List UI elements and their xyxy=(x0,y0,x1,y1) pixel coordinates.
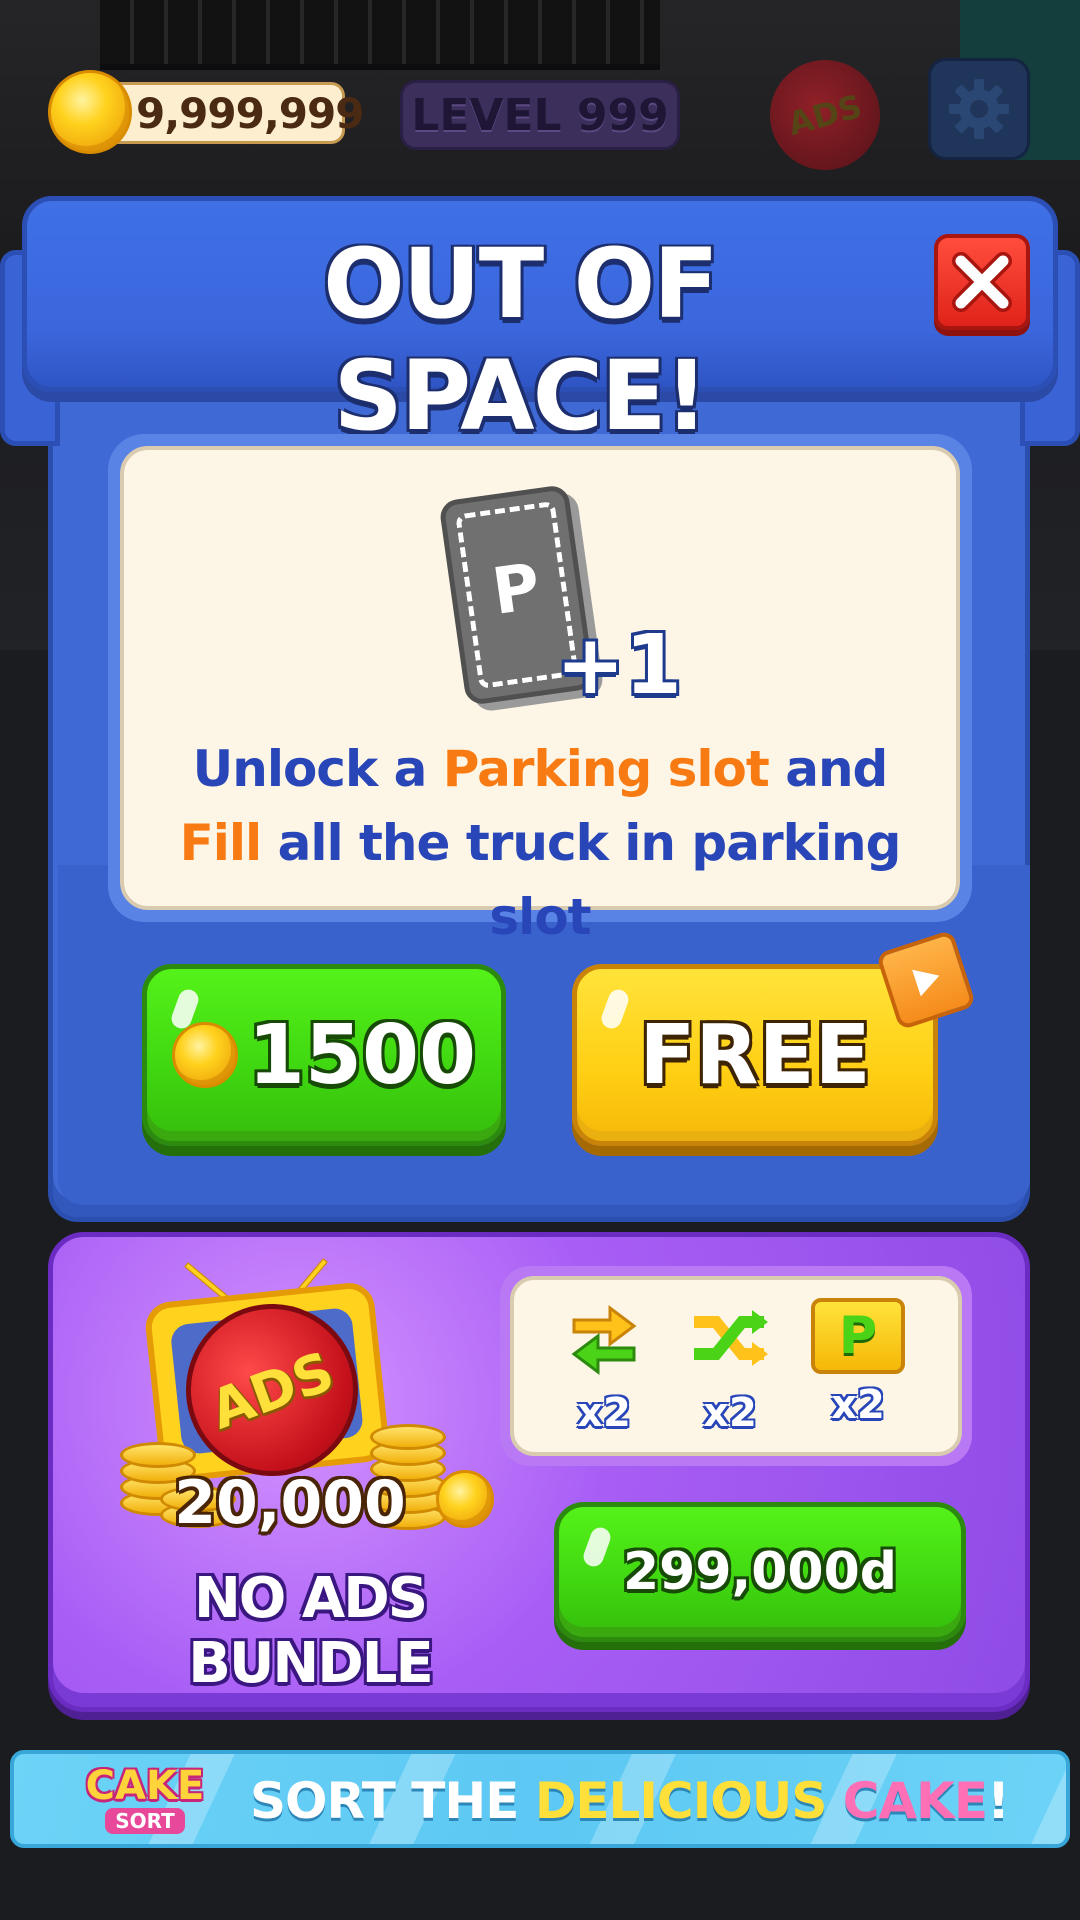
item-count: x2 xyxy=(831,1382,885,1428)
no-ads-label: ADS xyxy=(784,87,866,143)
coin-balance-value: 9,999,999 xyxy=(136,88,364,138)
item-count: x2 xyxy=(703,1390,757,1436)
banner-text-highlight: DELICIOUS xyxy=(534,1772,828,1830)
bundle-item-shuffle: x2 xyxy=(682,1298,778,1448)
settings-button[interactable] xyxy=(928,58,1030,160)
plus-one-label: +1 xyxy=(556,618,682,713)
bundle-item-swap: x2 xyxy=(556,1298,652,1448)
close-icon xyxy=(952,252,1012,312)
info-card: P +1 Unlock a Parking slot and Fill all … xyxy=(108,434,972,946)
banner-text-part: ! xyxy=(987,1772,1010,1830)
logo-bottom: SORT xyxy=(105,1808,185,1834)
button-shine xyxy=(598,986,632,1032)
cake-sort-logo: CAKE SORT xyxy=(70,1764,220,1840)
bundle-price-label: 299,000d xyxy=(622,1542,898,1602)
desc-highlight: Parking slot xyxy=(442,740,770,798)
swap-arrows-icon xyxy=(571,1305,637,1375)
logo-top: CAKE xyxy=(85,1763,205,1809)
desc-text: all the truck in parking slot xyxy=(261,814,902,946)
buy-with-coins-button[interactable]: 1500 xyxy=(142,964,506,1146)
buy-price-label: 1500 xyxy=(247,1007,477,1103)
bundle-items: x2 x2 P x2 xyxy=(500,1266,972,1466)
shuffle-icon xyxy=(694,1310,768,1366)
desc-highlight: Fill xyxy=(179,814,263,872)
gear-icon xyxy=(949,79,1009,139)
description-line-1: Unlock a Parking slot and xyxy=(124,732,956,806)
bundle-name: NO ADS BUNDLE xyxy=(188,1566,433,1696)
coin-icon xyxy=(171,1022,238,1088)
banner-text: SORT THE DELICIOUS CAKE! xyxy=(250,1772,1010,1830)
desc-text: and xyxy=(768,740,888,798)
no-ads-icon-label: ADS xyxy=(202,1338,342,1442)
bundle-items-inner: x2 x2 P x2 xyxy=(510,1276,962,1456)
level-label: LEVEL 999 xyxy=(411,89,669,141)
bundle-coin-amount: 20,000 xyxy=(174,1468,406,1538)
description-line-2: Fill all the truck in parking slot xyxy=(124,806,956,954)
banner-text-highlight: CAKE xyxy=(826,1772,988,1830)
free-label: FREE xyxy=(639,1007,871,1103)
dialog-title: OUT OF SPACE! xyxy=(323,228,719,452)
parking-icon: P xyxy=(811,1298,905,1374)
bundle-item-parking: P x2 xyxy=(810,1298,906,1448)
buy-bundle-button[interactable]: 299,000d xyxy=(554,1502,966,1642)
parking-icon-letter: P xyxy=(838,1306,878,1366)
level-indicator: LEVEL 999 xyxy=(400,80,680,150)
coin-icon xyxy=(48,70,132,154)
ad-banner[interactable]: CAKE SORT SORT THE DELICIOUS CAKE! xyxy=(10,1750,1070,1848)
info-card-inner: P +1 Unlock a Parking slot and Fill all … xyxy=(120,446,960,946)
close-button[interactable] xyxy=(934,234,1030,330)
item-count: x2 xyxy=(577,1390,631,1436)
free-watch-ad-button[interactable]: FREE xyxy=(572,964,938,1146)
banner-text-part: SORT THE xyxy=(250,1772,535,1830)
dialog-description: Unlock a Parking slot and Fill all the t… xyxy=(124,732,956,954)
desc-text: Unlock a xyxy=(192,740,443,798)
play-icon xyxy=(912,969,940,997)
button-shine xyxy=(580,1524,614,1570)
